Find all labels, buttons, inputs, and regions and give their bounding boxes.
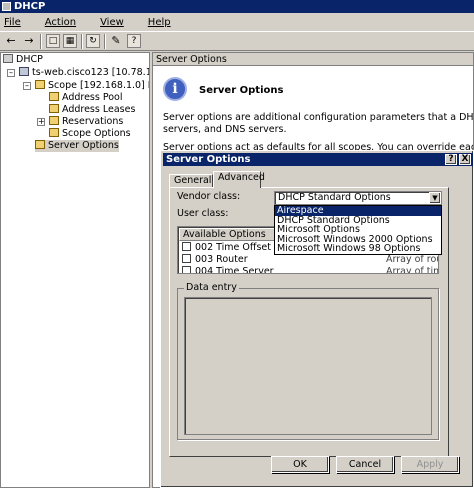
folder-icon xyxy=(49,104,59,113)
cancel-button[interactable]: Cancel xyxy=(336,456,394,473)
data-entry-group: Data entry xyxy=(177,282,439,440)
help-button[interactable]: ? xyxy=(445,154,457,165)
info-icon: i xyxy=(163,77,187,101)
option-name: 002 Time Offset xyxy=(195,242,271,253)
option-description: Array of rout xyxy=(386,254,438,265)
data-entry-label: Data entry xyxy=(184,282,239,293)
data-entry-area[interactable] xyxy=(184,297,432,435)
option-name: 003 Router xyxy=(195,254,248,265)
vendor-class-dropdown: Airespace DHCP Standard Options Microsof… xyxy=(274,205,442,255)
folder-icon xyxy=(49,116,59,125)
tree-item-label: Server Options xyxy=(48,140,119,151)
tree-item-label: Address Pool xyxy=(62,92,123,103)
collapse-toggle[interactable]: – xyxy=(7,69,15,77)
option-name: 004 Time Server xyxy=(195,266,274,274)
option-checkbox[interactable] xyxy=(182,254,191,263)
tree-item-label: ts-web.cisco123 [10.78.177.16] xyxy=(32,67,149,78)
menu-file[interactable]: File xyxy=(4,17,33,28)
list-item[interactable]: 003 Router xyxy=(182,254,248,266)
tab-advanced[interactable]: Advanced xyxy=(213,171,265,188)
tree-item-address-leases[interactable]: Address Leases xyxy=(49,104,135,116)
tab-general[interactable]: General xyxy=(169,174,213,187)
tree-item-reservations[interactable]: Reservations xyxy=(49,116,123,128)
menu-file-label: File xyxy=(4,16,21,28)
menu-view-label: View xyxy=(100,16,124,28)
dropdown-option[interactable]: Microsoft Options xyxy=(275,225,441,235)
tree-item-scope[interactable]: Scope [192.168.1.0] DHCL-s xyxy=(35,80,149,92)
forward-arrow-icon[interactable]: → xyxy=(22,34,36,48)
up-folder-icon[interactable]: □ xyxy=(46,34,60,48)
window-title-bar: DHCP xyxy=(0,0,474,13)
vendor-class-select[interactable]: DHCP Standard Options ▼ xyxy=(274,191,442,205)
tree-item-label: Scope Options xyxy=(62,128,131,139)
properties-icon[interactable]: ✎ xyxy=(109,34,123,48)
vendor-class-label: Vendor class: xyxy=(177,191,241,202)
menu-view[interactable]: View xyxy=(100,17,136,28)
tree-item-scope-options[interactable]: Scope Options xyxy=(49,128,131,140)
ok-button[interactable]: OK xyxy=(271,456,329,473)
details-header: Server Options xyxy=(153,53,473,66)
show-hide-tree-icon[interactable]: ▦ xyxy=(63,34,77,48)
expand-toggle[interactable]: + xyxy=(37,118,45,126)
server-options-dialog: Server Options ? X General Advanced Vend… xyxy=(160,150,474,488)
tree-item-label: Address Leases xyxy=(62,104,136,115)
options-icon xyxy=(35,140,45,149)
window-title: DHCP xyxy=(14,1,46,12)
options-icon xyxy=(49,128,59,137)
menu-help[interactable]: Help xyxy=(148,17,183,28)
toolbar-separator xyxy=(81,34,83,49)
chevron-down-icon[interactable]: ▼ xyxy=(429,192,441,204)
folder-icon xyxy=(49,92,59,101)
dropdown-option[interactable]: Microsoft Windows 2000 Options xyxy=(275,235,441,245)
refresh-icon[interactable]: ↻ xyxy=(86,34,100,48)
tree-item-server[interactable]: ts-web.cisco123 [10.78.177.16] xyxy=(19,67,149,79)
dialog-title: Server Options xyxy=(166,154,251,165)
list-item[interactable]: 002 Time Offset xyxy=(182,242,271,254)
menu-help-label: Help xyxy=(147,16,171,28)
menu-action-label: Action xyxy=(44,16,77,28)
dropdown-option[interactable]: DHCP Standard Options xyxy=(275,216,441,226)
apply-button[interactable]: Apply xyxy=(401,456,459,473)
collapse-toggle[interactable]: – xyxy=(23,82,31,90)
dhcp-icon xyxy=(3,54,13,63)
tree-item-label: DHCP xyxy=(16,54,43,65)
option-description: Array of time xyxy=(386,266,438,274)
help-icon[interactable]: ? xyxy=(127,34,141,48)
list-item[interactable]: 004 Time Server xyxy=(182,266,274,274)
tree-item-dhcp[interactable]: DHCP xyxy=(3,54,43,66)
description-line: Server options are additional configurat… xyxy=(163,112,474,123)
back-arrow-icon[interactable]: ← xyxy=(4,34,18,48)
tree-item-server-options[interactable]: Server Options xyxy=(35,140,119,152)
user-class-label: User class: xyxy=(177,208,229,219)
details-title: Server Options xyxy=(199,85,284,96)
toolbar-separator xyxy=(104,34,106,49)
dropdown-option[interactable]: Microsoft Windows 98 Options xyxy=(275,244,441,254)
scope-folder-icon xyxy=(35,80,45,89)
description-line: servers, and DNS servers. xyxy=(163,124,287,135)
tree-item-label: Scope [192.168.1.0] DHCL-s xyxy=(48,80,149,91)
vendor-class-value: DHCP Standard Options xyxy=(278,192,391,203)
server-icon xyxy=(19,67,29,76)
option-checkbox[interactable] xyxy=(182,242,191,251)
tree-item-address-pool[interactable]: Address Pool xyxy=(49,92,123,104)
console-tree: DHCP – ts-web.cisco123 [10.78.177.16] – … xyxy=(0,52,150,488)
toolbar-separator xyxy=(40,34,42,49)
toolbar: ← → □ ▦ ↻ ✎ ? xyxy=(0,31,474,51)
dialog-title-bar: Server Options ? X xyxy=(163,153,473,166)
close-button[interactable]: X xyxy=(459,154,471,165)
option-checkbox[interactable] xyxy=(182,266,191,273)
tree-item-label: Reservations xyxy=(62,116,124,127)
dhcp-app-icon xyxy=(2,2,11,11)
menu-action[interactable]: Action xyxy=(45,17,88,28)
dropdown-option[interactable]: Airespace xyxy=(275,206,441,216)
menu-bar: File Action View Help xyxy=(0,13,474,31)
